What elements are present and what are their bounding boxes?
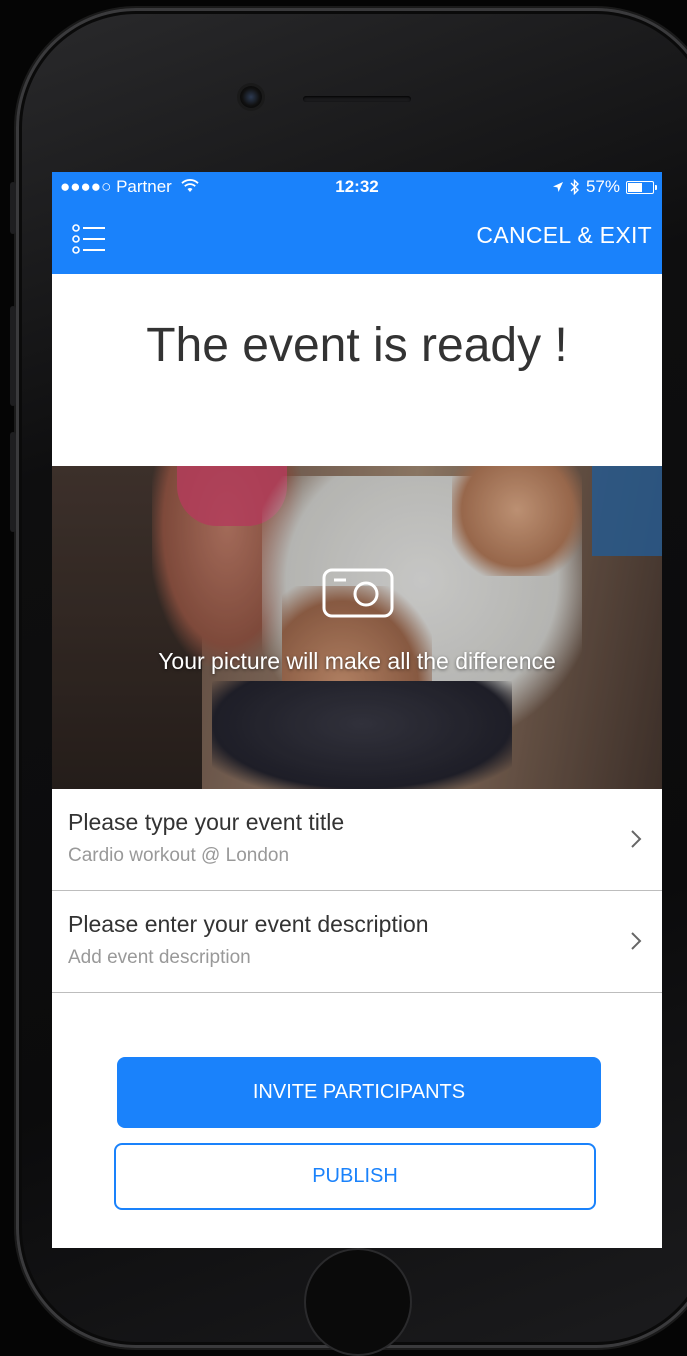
battery-icon [626, 180, 657, 194]
front-camera [240, 86, 262, 108]
volume-down-button [10, 432, 16, 532]
status-right-group: 57% [552, 177, 657, 197]
earpiece-speaker [303, 96, 411, 102]
app-screen: ●●●●○ Partner 12:32 57% CANCEL & EXIT Th… [52, 172, 662, 1248]
photo-caption: Your picture will make all the differenc… [158, 648, 556, 674]
status-bar: ●●●●○ Partner 12:32 57% [52, 172, 662, 202]
silent-switch [10, 182, 16, 234]
home-button[interactable] [304, 1248, 412, 1356]
chevron-right-icon [631, 932, 642, 950]
event-description-row[interactable]: Please enter your event description Add … [52, 891, 662, 993]
volume-up-button [10, 306, 16, 406]
chevron-right-icon [631, 830, 642, 848]
photo-dim-overlay [52, 466, 662, 789]
cancel-exit-button[interactable]: CANCEL & EXIT [476, 222, 652, 249]
event-description-label: Please enter your event description [68, 911, 429, 937]
battery-percent: 57% [585, 177, 620, 196]
event-title-value: Cardio workout @ London [68, 845, 290, 866]
event-title-label: Please type your event title [68, 809, 345, 835]
list-menu-icon[interactable] [72, 224, 106, 254]
location-arrow-icon [552, 182, 563, 192]
event-title-row[interactable]: Please type your event title Cardio work… [52, 789, 662, 891]
invite-participants-button[interactable]: INVITE PARTICIPANTS [117, 1057, 601, 1128]
publish-button[interactable]: PUBLISH [114, 1143, 596, 1210]
cover-photo-picker[interactable]: Your picture will make all the differenc… [52, 466, 662, 789]
bluetooth-icon [570, 179, 579, 195]
navigation-bar: CANCEL & EXIT [52, 202, 662, 274]
page-title: The event is ready ! [146, 319, 568, 372]
camera-icon [322, 568, 394, 618]
event-description-value: Add event description [68, 947, 251, 968]
